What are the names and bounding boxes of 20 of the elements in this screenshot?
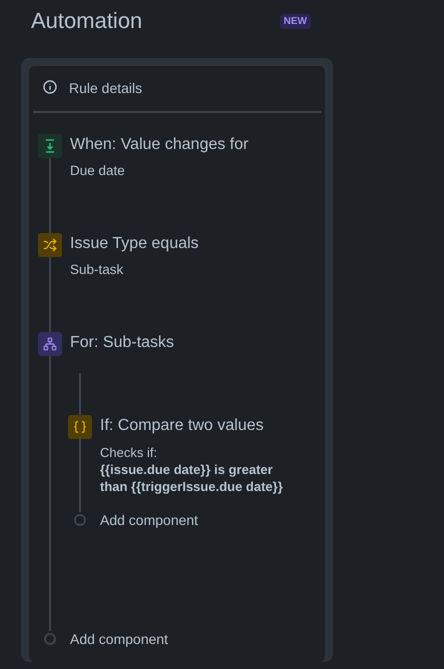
- rule-details-link[interactable]: Rule details: [69, 80, 142, 96]
- step-value: Sub-task: [70, 262, 124, 277]
- info-icon: [43, 80, 57, 94]
- detail-label: Checks if:: [100, 444, 158, 461]
- shuffle-icon: [43, 238, 57, 252]
- condition-expression: {{issue.due date}} is greater than {{triggerIssue.due date}}: [100, 461, 284, 495]
- new-badge: NEW: [280, 14, 311, 28]
- add-node-icon: [44, 633, 56, 645]
- step-title[interactable]: If: Compare two values: [100, 416, 321, 436]
- braces-icon: [73, 420, 87, 434]
- download-icon: [44, 139, 56, 153]
- add-component-link[interactable]: Add component: [70, 631, 321, 647]
- page-title: Automation: [31, 8, 142, 34]
- step-title[interactable]: Issue Type equals: [70, 234, 321, 254]
- step-value: Due date: [70, 163, 126, 178]
- add-node-icon: [74, 514, 86, 526]
- add-component-link[interactable]: Add component: [100, 512, 321, 528]
- hierarchy-icon: [43, 337, 57, 351]
- step-title[interactable]: For: Sub-tasks: [70, 333, 321, 353]
- step-title[interactable]: When: Value changes for: [70, 135, 321, 155]
